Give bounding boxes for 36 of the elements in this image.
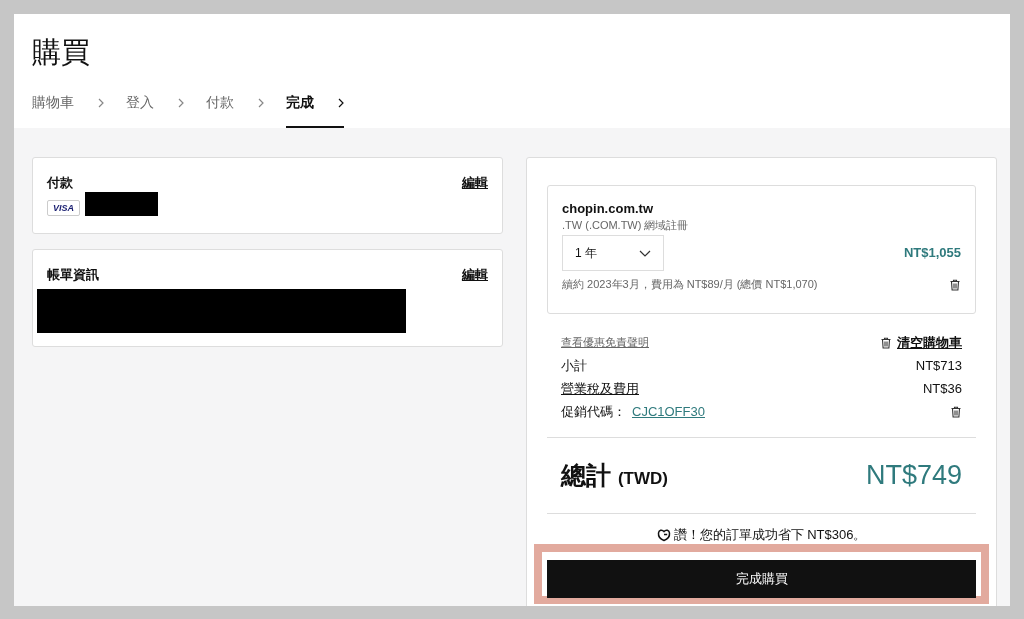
page-title: 購買 <box>32 34 90 71</box>
subtotal-label: 小計 <box>561 356 587 375</box>
term-dropdown[interactable]: 1 年 <box>562 235 664 271</box>
chevron-icon <box>98 98 104 108</box>
chevron-icon <box>258 98 264 108</box>
logo-icon <box>656 528 671 542</box>
trash-icon[interactable] <box>949 278 961 291</box>
card-title: 帳單資訊 <box>47 266 99 284</box>
chevron-down-icon <box>639 249 651 257</box>
promo-code-link[interactable]: CJC1OFF30 <box>632 403 705 419</box>
subtotal-value: NT$713 <box>915 358 962 373</box>
tax-label[interactable]: 營業稅及費用 <box>561 379 639 398</box>
step-tab[interactable]: 完成 <box>286 88 344 128</box>
promo-label: 促銷代碼： <box>561 403 626 419</box>
card-brand-logo: VISA <box>47 200 80 216</box>
step-tab[interactable]: 登入 <box>126 88 206 126</box>
total-label: 總計 (TWD) <box>561 460 668 491</box>
trash-icon[interactable] <box>880 336 892 349</box>
chevron-icon <box>178 98 184 108</box>
complete-purchase-button[interactable]: 完成購買 <box>547 560 976 598</box>
chevron-icon <box>338 98 344 108</box>
tax-value: NT$36 <box>922 381 962 396</box>
savings-message: 讚！您的訂單成功省下 NT$306。 <box>673 526 867 544</box>
clear-cart-link[interactable]: 清空購物車 <box>897 333 962 352</box>
step-tab[interactable]: 付款 <box>206 88 286 126</box>
domain-name: chopin.com.tw <box>562 201 654 216</box>
step-tab[interactable]: 購物車 <box>32 88 126 126</box>
item-price: NT$1,055 <box>903 244 961 260</box>
product-description: .TW (.COM.TW) 網域註冊 <box>562 218 690 233</box>
trash-icon[interactable] <box>950 405 962 418</box>
edit-link[interactable]: 編輯 <box>462 266 488 284</box>
card-title: 付款 <box>47 174 73 192</box>
total-amount: NT$749 <box>865 460 962 491</box>
edit-link[interactable]: 編輯 <box>462 174 488 192</box>
renewal-note: 續約 2023年3月，費用為 NT$89/月 (總價 NT$1,070) <box>562 277 818 292</box>
disclaimer-link[interactable]: 查看優惠免責聲明 <box>561 335 649 350</box>
